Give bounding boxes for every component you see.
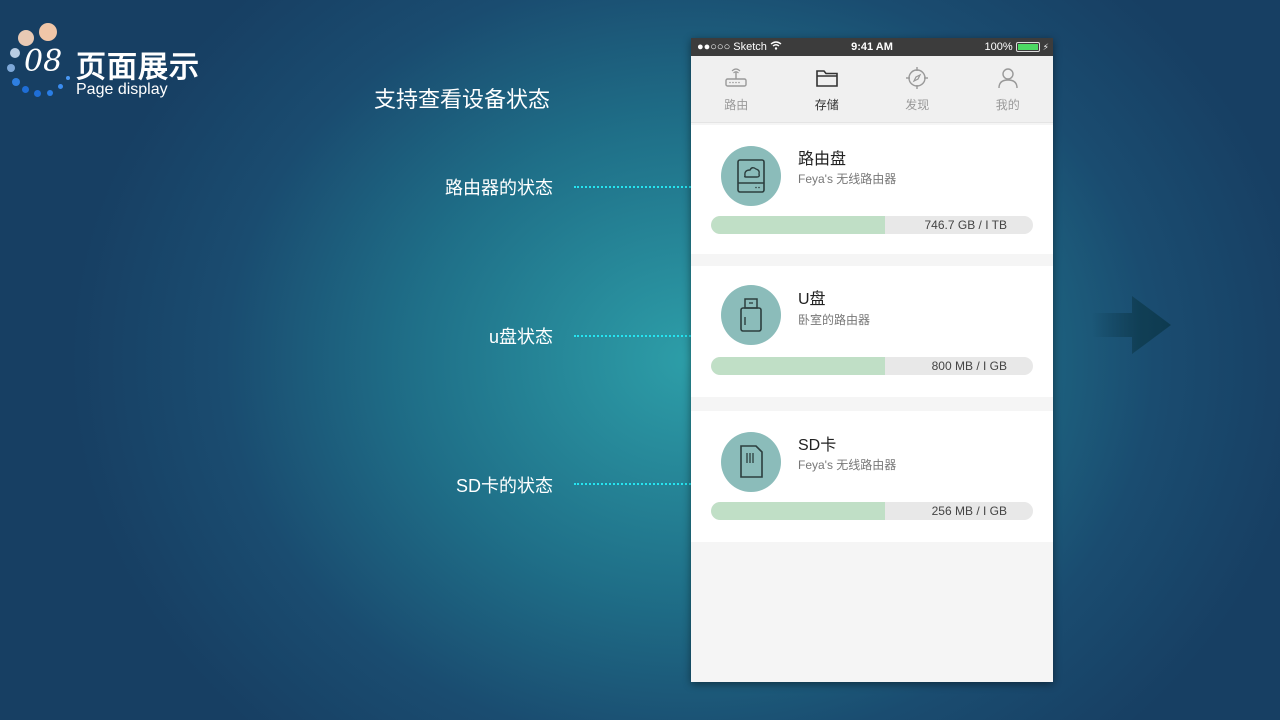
cloud-drive-icon [721, 146, 781, 206]
storage-title: SD卡 [798, 437, 837, 454]
tab-profile[interactable]: 我的 [963, 56, 1054, 122]
tab-router[interactable]: 路由 [691, 56, 782, 122]
storage-title: 路由盘 [798, 151, 847, 168]
user-icon [995, 65, 1021, 96]
storage-usage: 800 MB / I GB [931, 359, 1007, 373]
section-number: 08 [24, 44, 63, 79]
status-bar: ●●○○○ Sketch 9:41 AM 100% ⚡ [691, 38, 1053, 56]
storage-progress-bar: 256 MB / I GB [711, 502, 1033, 520]
callout-usb-label: u盘状态 [488, 327, 553, 347]
callout-sd-line [574, 483, 694, 485]
section-title: 页面展示 [76, 51, 200, 84]
feature-title: 支持查看设备状态 [374, 87, 551, 112]
callout-router-line [574, 186, 694, 188]
tab-discover[interactable]: 发现 [872, 56, 963, 122]
storage-subtitle: Feya's 无线路由器 [798, 172, 897, 186]
storage-subtitle: 卧室的路由器 [798, 313, 871, 327]
phone-screen: ●●○○○ Sketch 9:41 AM 100% ⚡ 路由 存储 发现 我的 … [691, 38, 1053, 682]
storage-progress-bar: 746.7 GB / I TB [711, 216, 1033, 234]
usb-drive-icon [721, 285, 781, 345]
charging-icon: ⚡ [1042, 41, 1049, 52]
compass-icon [904, 65, 930, 96]
tab-storage-label: 存储 [814, 98, 839, 112]
storage-card-router-disk[interactable]: 路由盘 Feya's 无线路由器 746.7 GB / I TB [691, 125, 1053, 254]
storage-subtitle: Feya's 无线路由器 [798, 458, 897, 472]
callout-sd-label: SD卡的状态 [455, 476, 553, 496]
sd-card-icon [721, 432, 781, 492]
battery-icon [1015, 42, 1040, 52]
storage-progress-fill [711, 357, 885, 375]
storage-progress-fill [711, 216, 885, 234]
folder-icon [814, 65, 840, 96]
storage-progress-fill [711, 502, 885, 520]
next-arrow-icon[interactable] [1092, 296, 1172, 354]
storage-card-usb[interactable]: U盘 卧室的路由器 800 MB / I GB [691, 266, 1053, 397]
tab-storage[interactable]: 存储 [782, 56, 873, 122]
storage-usage: 746.7 GB / I TB [924, 218, 1008, 232]
callout-router-label: 路由器的状态 [445, 178, 553, 198]
storage-title: U盘 [798, 291, 826, 308]
storage-card-sd[interactable]: SD卡 Feya's 无线路由器 256 MB / I GB [691, 411, 1053, 542]
tab-profile-label: 我的 [995, 98, 1020, 112]
storage-usage: 256 MB / I GB [931, 504, 1007, 518]
tab-router-label: 路由 [724, 98, 749, 112]
section-subtitle: Page display [76, 81, 168, 98]
callout-usb-line [574, 335, 694, 337]
tab-discover-label: 发现 [905, 98, 930, 112]
router-icon [723, 65, 749, 96]
storage-progress-bar: 800 MB / I GB [711, 357, 1033, 375]
tab-bar: 路由 存储 发现 我的 [691, 56, 1053, 123]
battery-percent: 100% [984, 41, 1013, 53]
status-battery: 100% ⚡ [985, 41, 1049, 53]
